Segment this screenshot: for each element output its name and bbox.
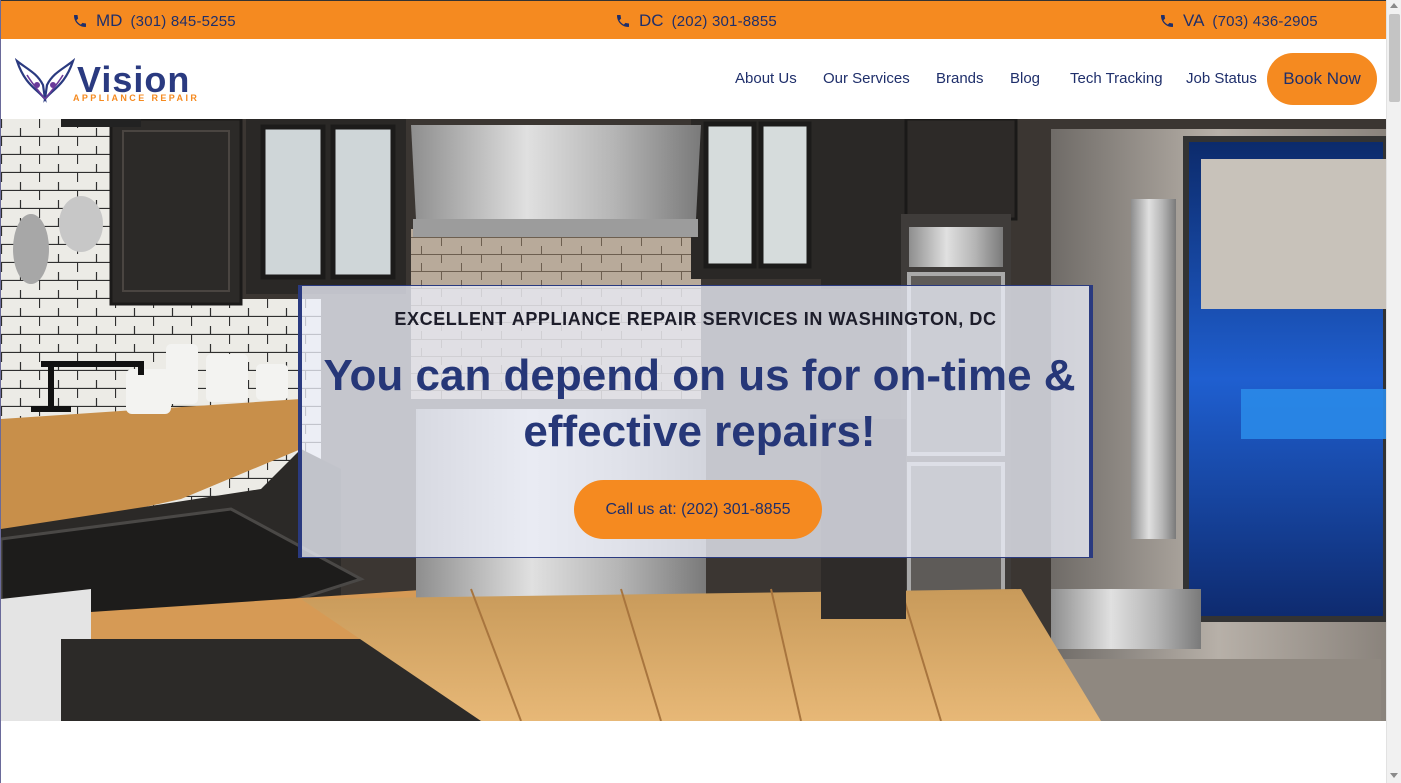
phone-link-dc[interactable]: DC (202) 301-8855 [615, 11, 777, 31]
scroll-up-arrow-icon[interactable] [1390, 3, 1398, 8]
brand-logo[interactable]: Vision APPLIANCE REPAIR [15, 55, 210, 107]
brand-tagline: APPLIANCE REPAIR [73, 93, 200, 103]
phone-state: DC [639, 11, 664, 30]
nav-our-services[interactable]: Our Services [823, 70, 910, 90]
phone-bar: MD (301) 845-5255 DC (202) 301-8855 VA (… [1, 0, 1386, 39]
call-us-button[interactable]: Call us at: (202) 301-8855 [574, 480, 822, 539]
butterfly-icon [15, 57, 75, 103]
phone-state: MD [96, 11, 123, 30]
nav-blog[interactable]: Blog [1010, 70, 1040, 90]
phone-number: (301) 845-5255 [130, 12, 236, 30]
phone-link-va[interactable]: VA (703) 436-2905 [1159, 11, 1318, 31]
phone-icon [74, 15, 86, 27]
phone-icon [1161, 15, 1173, 27]
scroll-down-arrow-icon[interactable] [1390, 773, 1398, 778]
nav-about-us[interactable]: About Us [735, 70, 797, 90]
nav-job-status[interactable]: Job Status [1186, 70, 1257, 90]
nav-tech-tracking[interactable]: Tech Tracking [1070, 70, 1163, 90]
hero-card: EXCELLENT APPLIANCE REPAIR SERVICES IN W… [298, 285, 1093, 558]
page-scrollbar[interactable] [1386, 0, 1401, 783]
phone-number: (703) 436-2905 [1212, 12, 1318, 30]
phone-link-md[interactable]: MD (301) 845-5255 [72, 11, 236, 31]
hero-kicker: EXCELLENT APPLIANCE REPAIR SERVICES IN W… [394, 309, 997, 329]
phone-number: (202) 301-8855 [671, 12, 777, 30]
site-header: Vision APPLIANCE REPAIR About Us Our Ser… [1, 39, 1386, 119]
phone-state: VA [1183, 11, 1205, 30]
nav-brands[interactable]: Brands [936, 70, 984, 90]
scrollbar-thumb[interactable] [1389, 14, 1400, 102]
phone-icon [617, 15, 629, 27]
hero-section: EXCELLENT APPLIANCE REPAIR SERVICES IN W… [1, 119, 1386, 721]
hero-title: You can depend on us for on-time & effec… [323, 351, 1076, 456]
book-now-button[interactable]: Book Now [1267, 53, 1377, 105]
